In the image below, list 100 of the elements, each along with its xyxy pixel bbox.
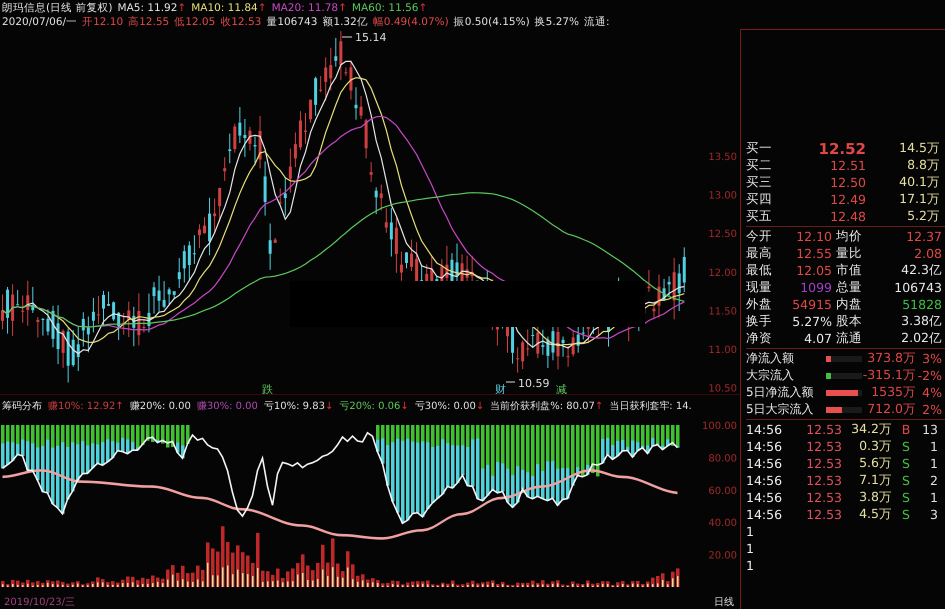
moving-average-value: MA5: 11.92↑ bbox=[118, 1, 186, 15]
trade-time: 1 bbox=[746, 558, 755, 573]
flow-amount: 712.0万 bbox=[866, 401, 916, 418]
stat-value: 42.3亿 bbox=[900, 262, 942, 279]
trade-price: 12.53 bbox=[805, 507, 842, 522]
flow-percent: 3% bbox=[921, 351, 942, 366]
chart-title: 朗玛信息(日线 前复权) bbox=[2, 1, 113, 15]
bid-volume: 17.1万 bbox=[898, 191, 940, 208]
stat-label: 总量 bbox=[836, 279, 863, 296]
stat-value: 2.08 bbox=[913, 246, 942, 261]
bid-volume: 14.5万 bbox=[898, 140, 940, 157]
flow-label: 5日大宗流入 bbox=[746, 401, 815, 418]
event-marker: 跌 bbox=[262, 383, 273, 394]
indicator-axis-label: 40.00 bbox=[708, 518, 737, 530]
quote-value: 流通: bbox=[584, 15, 610, 29]
trade-price: 12.53 bbox=[805, 490, 842, 505]
quote-value: 高12.55 bbox=[128, 15, 170, 29]
stat-value: 3.38亿 bbox=[900, 313, 942, 330]
stat-label: 最低 bbox=[746, 262, 773, 279]
indicator-title: 筹码分布 bbox=[2, 400, 42, 413]
trade-time: 14:56 bbox=[746, 507, 784, 522]
stat-label: 流通 bbox=[836, 330, 863, 347]
stat-value: 12.55 bbox=[795, 246, 832, 261]
flow-label: 5日净流入额 bbox=[746, 384, 815, 401]
bid-price: 12.50 bbox=[829, 175, 866, 190]
stat-label: 股本 bbox=[836, 313, 863, 330]
trade-volume: 4.5万 bbox=[858, 506, 892, 523]
trade-time: 14:56 bbox=[746, 490, 784, 505]
moving-average-value: MA10: 11.84↑ bbox=[191, 1, 267, 15]
trade-time: 14:56 bbox=[746, 422, 784, 437]
trade-side: S bbox=[901, 507, 911, 522]
bid-volume: 5.2万 bbox=[906, 208, 940, 225]
indicator-value: 当前价获利盘%: 80.07↑ bbox=[490, 400, 604, 413]
flow-percent: 4% bbox=[921, 385, 942, 400]
trade-side: S bbox=[901, 490, 911, 505]
quote-value: 开12.10 bbox=[82, 15, 124, 29]
stat-label: 量比 bbox=[836, 245, 863, 262]
bid-volume: 8.8万 bbox=[906, 157, 940, 174]
indicator-axis-label: 80.00 bbox=[708, 453, 737, 464]
indicator-axis-label: 100.00 bbox=[702, 421, 737, 432]
quote-value: 2020/07/06/一 bbox=[2, 15, 78, 29]
flow-label: 净流入额 bbox=[746, 350, 795, 367]
moving-average-value: MA60: 11.56↑ bbox=[352, 1, 428, 15]
stat-value: 1099 bbox=[799, 280, 832, 295]
bid-label: 买一 bbox=[746, 140, 773, 157]
trade-count: 1 bbox=[929, 456, 938, 471]
quote-value: 额1.32亿 bbox=[322, 15, 368, 29]
quote-value: 量106743 bbox=[266, 15, 318, 29]
trade-price: 12.53 bbox=[805, 422, 842, 437]
stat-value: 2.02亿 bbox=[900, 330, 942, 347]
stat-label: 今开 bbox=[746, 228, 773, 245]
price-axis-label: 11.50 bbox=[708, 306, 737, 318]
stat-label: 市值 bbox=[836, 262, 863, 279]
indicator-axis-label: 20.00 bbox=[708, 550, 737, 562]
trade-time: 14:56 bbox=[746, 456, 784, 471]
stat-label: 最高 bbox=[746, 245, 773, 262]
trade-time: 14:56 bbox=[746, 439, 784, 454]
stat-label: 外盘 bbox=[746, 296, 773, 313]
trade-time: 14:56 bbox=[746, 473, 784, 488]
flow-amount: 1535万 bbox=[870, 384, 916, 401]
indicator-value: 亏30%: 0.00↓ bbox=[414, 400, 484, 413]
trade-count: 1 bbox=[929, 490, 938, 505]
quote-value: 振0.50(4.15%) bbox=[454, 15, 530, 29]
trade-side: B bbox=[900, 422, 912, 437]
quote-value: 换5.27% bbox=[534, 15, 580, 29]
trade-time: 1 bbox=[746, 524, 755, 539]
bid-volume: 40.1万 bbox=[898, 174, 940, 191]
period-label: 日线 bbox=[714, 596, 734, 609]
indicator-value: 赚20%: 0.00 bbox=[130, 400, 191, 413]
stat-value: 12.10 bbox=[795, 229, 832, 244]
bid-label: 买三 bbox=[746, 174, 773, 191]
stat-label: 净资 bbox=[746, 330, 773, 347]
flow-amount: 373.8万 bbox=[866, 350, 916, 367]
indicator-value: 赚10%: 12.92↑ bbox=[48, 400, 124, 413]
stat-value: 4.07 bbox=[803, 331, 832, 346]
indicator-value: 当日获利套牢: 14. bbox=[609, 400, 692, 413]
trade-count: 13 bbox=[921, 422, 938, 437]
stat-value: 12.05 bbox=[795, 263, 832, 278]
flow-amount: -315.1万 bbox=[862, 367, 916, 384]
bid-price: 12.49 bbox=[829, 192, 866, 207]
trade-side: S bbox=[901, 439, 911, 454]
stat-label: 换手 bbox=[746, 313, 773, 330]
trade-volume: 34.2万 bbox=[850, 421, 892, 438]
quote-value: 幅0.49(4.07%) bbox=[372, 15, 449, 29]
bid-price: 12.48 bbox=[829, 209, 866, 224]
flow-percent: 2% bbox=[921, 402, 942, 417]
stat-label: 均价 bbox=[836, 228, 863, 245]
stat-label: 现量 bbox=[746, 279, 773, 296]
trade-volume: 3.8万 bbox=[858, 489, 892, 506]
bid-price: 12.51 bbox=[829, 158, 866, 173]
trade-price: 12.53 bbox=[805, 473, 842, 488]
trade-volume: 7.1万 bbox=[858, 472, 892, 489]
stat-value: 106743 bbox=[893, 280, 942, 295]
price-axis-label: 12.50 bbox=[708, 229, 737, 240]
price-axis-label: 10.50 bbox=[708, 384, 737, 394]
trade-count: 2 bbox=[929, 473, 938, 488]
stat-value: 5.27% bbox=[791, 314, 832, 329]
bid-label: 买四 bbox=[746, 191, 773, 208]
trade-time: 1 bbox=[746, 541, 755, 556]
stat-value: 51828 bbox=[901, 297, 942, 312]
